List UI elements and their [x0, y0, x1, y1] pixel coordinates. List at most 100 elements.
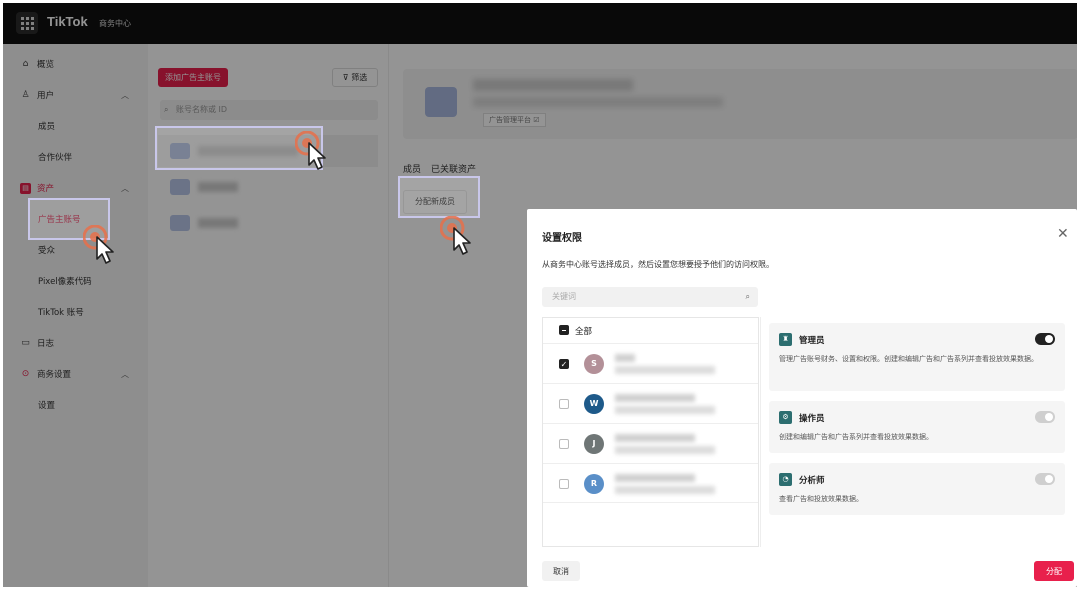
sidebar-item-label: 日志 [37, 339, 55, 349]
cancel-button[interactable]: 取消 [542, 561, 580, 581]
role-card-analyst[interactable]: ◔ 分析师 查看广告和投放效果数据。 [769, 463, 1065, 515]
sidebar-item-label: 用户 [37, 91, 55, 101]
member-checkbox[interactable] [559, 479, 569, 489]
member-checkbox[interactable]: ✓ [559, 359, 569, 369]
filter-icon: ⊽ [342, 73, 349, 82]
sidebar-item-label: 合作伙伴 [38, 153, 73, 163]
ad-account-card-icon [170, 179, 190, 195]
analyst-role-icon: ◔ [779, 473, 792, 486]
asset-icon: ▤ [20, 182, 31, 194]
tab-linked-assets[interactable]: 已关联资产 [431, 162, 476, 175]
member-row[interactable]: J [543, 423, 758, 463]
dialog-description: 从商务中心账号选择成员，然后设置您想要授予他们的访问权限。 [542, 260, 774, 269]
role-description: 管理广告账号财务、设置和权限。创建和编辑广告和广告系列并查看投放效果数据。 [779, 355, 1038, 363]
account-search-input[interactable]: ⌕ 账号名称或 ID [160, 100, 378, 120]
redacted-member-email [615, 366, 715, 374]
sidebar-item-label: TikTok 账号 [38, 308, 84, 318]
brand-subtitle: 商务中心 [99, 19, 131, 28]
detail-tabs: 成员 已关联资产 [403, 162, 476, 175]
highlight-box [398, 176, 480, 218]
app-grid-icon[interactable] [16, 12, 38, 34]
member-search-input[interactable]: 关键词 ⌕ [542, 287, 758, 307]
assign-button[interactable]: 分配 [1034, 561, 1074, 581]
sidebar-item-settings[interactable]: 设置 [3, 393, 148, 417]
ad-account-row[interactable] [158, 171, 378, 203]
redacted-member-email [615, 446, 715, 454]
sidebar-item-business-settings[interactable]: ⊙ 商务设置 ︿ [3, 362, 148, 386]
sidebar-item-overview[interactable]: ⌂ 概览 [3, 52, 148, 76]
redacted-account-name [473, 79, 633, 91]
sidebar-item-label: Pixel像素代码 [38, 277, 92, 287]
redacted-member-name [615, 474, 695, 482]
log-icon: ▭ [21, 337, 30, 348]
business-tag: 广告管理平台 ☑ [483, 113, 546, 127]
sidebar-item-audiences[interactable]: 受众 [3, 238, 148, 262]
sidebar-item-label: 受众 [38, 246, 56, 256]
role-name: 操作员 [799, 414, 825, 424]
redacted-member-name [615, 354, 635, 362]
tab-members[interactable]: 成员 [403, 162, 421, 175]
redacted-member-name [615, 394, 695, 402]
sidebar-item-logs[interactable]: ▭ 日志 [3, 331, 148, 355]
member-list: 全部 ✓ S W J R [542, 317, 759, 547]
close-icon[interactable]: ✕ [1057, 227, 1069, 241]
wechat-icon: ❀ [795, 531, 809, 550]
dialog-title: 设置权限 [542, 233, 582, 244]
avatar: S [584, 354, 604, 374]
redacted-account-name [198, 182, 238, 192]
sidebar-item-partners[interactable]: 合作伙伴 [3, 145, 148, 169]
avatar: R [584, 474, 604, 494]
avatar: J [584, 434, 604, 454]
search-icon: ⌕ [745, 292, 750, 301]
brand-logo: TikTok [47, 14, 88, 29]
home-icon: ⌂ [22, 58, 29, 69]
select-all-row[interactable]: 全部 [543, 318, 758, 343]
redacted-account-id [473, 97, 723, 107]
sidebar-item-pixel[interactable]: Pixel像素代码 [3, 269, 148, 293]
ad-account-row[interactable] [158, 207, 378, 239]
sidebar-item-label: 资产 [37, 184, 55, 194]
search-placeholder: 关键词 [552, 292, 576, 301]
ad-account-card-icon [170, 215, 190, 231]
role-toggle[interactable] [1035, 411, 1055, 423]
sidebar-item-tiktok-accounts[interactable]: TikTok 账号 [3, 300, 148, 324]
role-name: 管理员 [799, 336, 825, 346]
role-options: ♜ 管理员 管理广告账号财务、设置和权限。创建和编辑广告和广告系列并查看投放效果… [760, 317, 1077, 547]
role-toggle[interactable] [1035, 333, 1055, 345]
member-checkbox[interactable] [559, 439, 569, 449]
add-ad-account-button[interactable]: 添加广告主账号 [158, 68, 228, 87]
role-description: 创建和编辑广告和广告系列并查看投放效果数据。 [779, 433, 933, 441]
chevron-up-icon: ︿ [121, 183, 129, 193]
ad-account-card-icon [425, 87, 457, 117]
member-row[interactable]: W [543, 383, 758, 423]
select-all-label: 全部 [575, 327, 593, 337]
sidebar-item-assets[interactable]: ▤ 资产 ︿ [3, 176, 148, 200]
role-toggle[interactable] [1035, 473, 1055, 485]
member-row[interactable]: R [543, 463, 758, 503]
settings-icon: ⊙ [21, 368, 30, 379]
sidebar-item-users[interactable]: ♙ 用户 ︿ [3, 83, 148, 107]
user-icon: ♙ [21, 89, 30, 100]
role-card-admin[interactable]: ♜ 管理员 管理广告账号财务、设置和权限。创建和编辑广告和广告系列并查看投放效果… [769, 323, 1065, 391]
sidebar-item-members[interactable]: 成员 [3, 114, 148, 138]
sidebar-item-label: 设置 [38, 401, 56, 411]
member-row[interactable]: ✓ S [543, 343, 758, 383]
sidebar: ⌂ 概览 ♙ 用户 ︿ 成员 合作伙伴 ▤ 资产 ︿ 广告主账号 受众 Pixe… [3, 44, 148, 587]
role-card-operator[interactable]: ⚙ 操作员 创建和编辑广告和广告系列并查看投放效果数据。 [769, 401, 1065, 453]
watermark: YinoLink周5出海 [817, 531, 979, 555]
top-bar: TikTok 商务中心 [3, 3, 1077, 44]
member-checkbox[interactable] [559, 399, 569, 409]
filter-button[interactable]: ⊽ 筛选 [332, 68, 378, 87]
click-cursor-icon [440, 216, 471, 255]
filter-label: 筛选 [351, 73, 368, 82]
select-all-checkbox[interactable] [559, 325, 569, 335]
avatar: W [584, 394, 604, 414]
redacted-member-email [615, 486, 715, 494]
account-header: 广告管理平台 ☑ [403, 69, 1077, 139]
redacted-account-name [198, 218, 238, 228]
search-placeholder: 账号名称或 ID [176, 105, 228, 114]
sidebar-item-label: 概览 [37, 60, 55, 70]
business-center-app: TikTok 商务中心 ⌂ 概览 ♙ 用户 ︿ 成员 合作伙伴 ▤ 资产 ︿ 广… [3, 3, 1077, 587]
chevron-up-icon: ︿ [121, 90, 129, 100]
redacted-member-email [615, 406, 715, 414]
